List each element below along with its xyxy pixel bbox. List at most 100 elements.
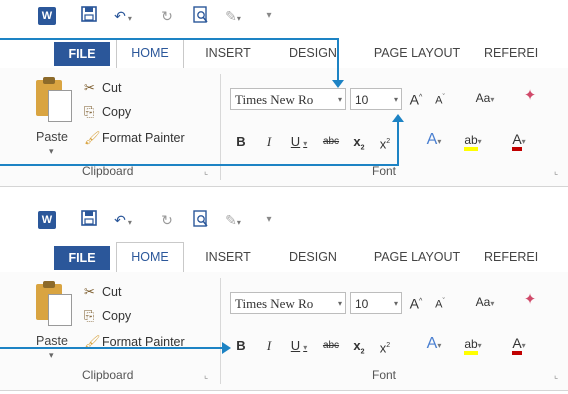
tab-file[interactable]: FILE [54, 42, 110, 66]
clear-formatting-icon[interactable]: ✦ [520, 86, 540, 106]
bold-icon[interactable]: B [234, 336, 248, 356]
font-name-value: Times New Ro [235, 92, 314, 107]
callout-arrow-font-size [0, 164, 398, 166]
clipboard-group-label: Clipboard [82, 164, 134, 178]
undo-icon[interactable]: ↶ ▾ [112, 6, 134, 26]
font-name-combobox[interactable]: Times New Ro ▾ [230, 292, 346, 314]
change-case-icon[interactable]: Aa▾ [470, 292, 500, 312]
copy-button[interactable]: ⎘ Copy [84, 306, 131, 326]
tab-insert[interactable]: INSERT [198, 244, 258, 270]
copy-icon: ⎘ [84, 104, 95, 119]
format-painter-label: Format Painter [102, 131, 185, 145]
grow-font-icon[interactable]: A^ [408, 88, 424, 108]
ribbon-tabs: FILE HOME INSERT DESIGN PAGE LAYOUT REFE… [0, 236, 568, 274]
tab-insert[interactable]: INSERT [198, 40, 258, 66]
tab-page-layout[interactable]: PAGE LAYOUT [368, 40, 466, 66]
change-case-icon[interactable]: Aa▾ [470, 88, 500, 108]
tab-references[interactable]: REFEREI [484, 244, 564, 270]
callout-arrow-font-size-rise [397, 122, 399, 166]
copy-label: Copy [102, 309, 132, 323]
copy-icon: ⎘ [84, 308, 95, 323]
clipboard-launcher-icon[interactable]: ⌞ [204, 370, 208, 381]
tab-home[interactable]: HOME [116, 38, 184, 70]
ribbon: Paste ▾ ✂ Cut ⎘ Copy 🖌Format Painter Clipb… [0, 272, 568, 391]
cut-button[interactable]: ✂ Cut [84, 78, 121, 98]
font-size-value: 10 [355, 297, 369, 311]
callout-arrow-font-name [0, 38, 338, 40]
print-preview-icon[interactable] [190, 6, 212, 26]
print-preview-icon[interactable] [190, 210, 212, 230]
font-launcher-icon[interactable]: ⌞ [554, 166, 558, 177]
save-icon[interactable] [78, 6, 100, 26]
paste-button[interactable]: Paste [36, 130, 68, 144]
paintbrush-icon: 🖌 [84, 130, 101, 145]
tab-home[interactable]: HOME [116, 242, 184, 274]
ribbon-panel-top: W ↶ ▾ ↻ ✎▾ ▾ FILE HOME INSERT DESIGN PAGE… [0, 0, 568, 190]
strikethrough-icon[interactable]: abc [318, 132, 344, 152]
underline-icon[interactable]: U ▾ [288, 132, 310, 152]
draw-table-icon[interactable]: ✎▾ [222, 6, 244, 26]
clipboard-launcher-icon[interactable]: ⌞ [204, 166, 208, 177]
superscript-icon[interactable]: x2 [376, 132, 394, 152]
word-app-icon: W [38, 7, 56, 25]
highlight-color-icon[interactable]: ab▾ [458, 130, 488, 151]
scissors-icon: ✂ [84, 80, 95, 95]
paste-icon[interactable] [36, 281, 72, 326]
subscript-icon[interactable]: x2 [350, 132, 368, 152]
customize-toolbar-icon[interactable]: ▾ [258, 6, 280, 26]
tab-file[interactable]: FILE [54, 246, 110, 270]
draw-table-icon[interactable]: ✎▾ [222, 210, 244, 230]
text-effects-icon[interactable]: A▾ [420, 334, 448, 354]
paste-dropdown-icon[interactable]: ▾ [49, 350, 54, 361]
copy-button[interactable]: ⎘ Copy [84, 102, 131, 122]
font-color-icon[interactable]: A▾ [504, 334, 534, 355]
tab-design[interactable]: DESIGN [280, 244, 346, 270]
subscript-icon[interactable]: x2 [350, 336, 368, 356]
font-size-combobox[interactable]: 10 ▾ [350, 88, 402, 110]
callout-arrowhead-up [392, 114, 404, 122]
quick-access-toolbar: W ↶ ▾ ↻ ✎▾ ▾ [0, 0, 568, 32]
cut-label: Cut [102, 285, 122, 299]
font-launcher-icon[interactable]: ⌞ [554, 370, 558, 381]
paste-dropdown-icon[interactable]: ▾ [49, 146, 54, 157]
bold-icon[interactable]: B [234, 132, 248, 152]
font-group-label: Font [372, 368, 397, 382]
shrink-font-icon[interactable]: Aˇ [432, 88, 448, 108]
strikethrough-icon[interactable]: abc [318, 336, 344, 356]
ribbon-panel-bottom: W ↶ ▾ ↻ ✎▾ ▾ FILE HOME INSERT DESIGN PAGE… [0, 204, 568, 394]
tab-page-layout[interactable]: PAGE LAYOUT [368, 244, 466, 270]
scissors-icon: ✂ [84, 284, 95, 299]
callout-arrowhead-down [332, 80, 344, 88]
save-icon[interactable] [78, 210, 100, 230]
italic-icon[interactable]: I [262, 132, 276, 152]
italic-icon[interactable]: I [262, 336, 276, 356]
tab-references[interactable]: REFEREI [484, 40, 564, 66]
redo-icon[interactable]: ↻ [156, 6, 178, 26]
font-name-dropdown-icon[interactable]: ▾ [338, 89, 342, 111]
font-size-value: 10 [355, 93, 369, 107]
font-size-combobox[interactable]: 10 ▾ [350, 292, 402, 314]
shrink-font-icon[interactable]: Aˇ [432, 292, 448, 312]
font-name-dropdown-icon[interactable]: ▾ [338, 293, 342, 315]
font-group-label: Font [372, 164, 397, 178]
format-painter-button[interactable]: 🖌Format Painter [84, 128, 185, 148]
highlight-color-icon[interactable]: ab▾ [458, 334, 488, 355]
clear-formatting-icon[interactable]: ✦ [520, 290, 540, 310]
font-size-dropdown-icon[interactable]: ▾ [394, 293, 398, 315]
redo-icon[interactable]: ↻ [156, 210, 178, 230]
grow-font-icon[interactable]: A^ [408, 292, 424, 312]
paste-icon[interactable] [36, 77, 72, 122]
format-painter-button[interactable]: 🖌Format Painter [84, 332, 185, 352]
undo-icon[interactable]: ↶ ▾ [112, 210, 134, 230]
cut-button[interactable]: ✂ Cut [84, 282, 121, 302]
customize-toolbar-icon[interactable]: ▾ [258, 210, 280, 230]
paintbrush-icon: 🖌 [84, 334, 101, 349]
underline-icon[interactable]: U ▾ [288, 336, 310, 356]
font-size-dropdown-icon[interactable]: ▾ [394, 89, 398, 111]
paste-button[interactable]: Paste [36, 334, 68, 348]
font-color-icon[interactable]: A▾ [504, 130, 534, 151]
font-name-combobox[interactable]: Times New Ro ▾ [230, 88, 346, 110]
font-name-value: Times New Ro [235, 296, 314, 311]
superscript-icon[interactable]: x2 [376, 336, 394, 356]
text-effects-icon[interactable]: A▾ [420, 130, 448, 150]
